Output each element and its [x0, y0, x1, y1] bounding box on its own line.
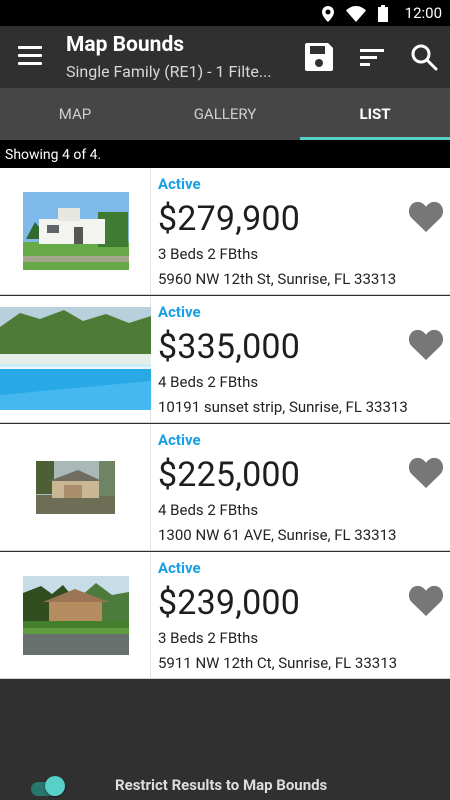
- listing-status: Active: [158, 175, 201, 193]
- location-icon: [322, 5, 334, 22]
- favorite-heart-icon[interactable]: [409, 200, 443, 232]
- favorite-heart-icon[interactable]: [409, 584, 443, 616]
- tab-gallery[interactable]: GALLERY: [150, 88, 300, 140]
- map-bounds-footer: Restrict Results to Map Bounds: [0, 680, 450, 800]
- listing-address: 1300 NW 61 AVE, Sunrise, FL 33313: [158, 526, 397, 544]
- property-photo: [0, 307, 151, 410]
- wifi-icon: [346, 5, 366, 22]
- status-time: 12:00: [404, 4, 442, 22]
- listing-thumbnail[interactable]: [0, 424, 151, 551]
- restrict-bounds-label: Restrict Results to Map Bounds: [115, 776, 328, 794]
- battery-icon: [378, 5, 388, 22]
- listing-beds-baths: 4 Beds 2 FBths: [158, 501, 259, 519]
- listing-status: Active: [158, 559, 201, 577]
- listing-address: 10191 sunset strip, Sunrise, FL 33313: [158, 398, 408, 416]
- listing-beds-baths: 4 Beds 2 FBths: [158, 373, 259, 391]
- listing-price: $225,000: [158, 455, 301, 495]
- listing-price: $279,900: [158, 199, 301, 239]
- listing-thumbnail[interactable]: [0, 296, 151, 423]
- listing-thumbnail[interactable]: [0, 552, 151, 679]
- listing-thumbnail[interactable]: [0, 168, 151, 295]
- results-summary: Showing 4 of 4.: [0, 140, 450, 168]
- listing-price: $335,000: [158, 327, 301, 367]
- app-bar: Map Bounds Single Family (RE1) - 1 Filte…: [0, 26, 450, 88]
- listing-card[interactable]: Active $225,000 4 Beds 2 FBths 1300 NW 6…: [0, 424, 450, 551]
- tab-list[interactable]: LIST: [300, 88, 450, 140]
- status-icons: [322, 5, 388, 22]
- listing-address: 5911 NW 12th Ct, Sunrise, FL 33313: [158, 654, 398, 672]
- listing-status: Active: [158, 431, 201, 449]
- search-icon[interactable]: [408, 41, 440, 73]
- listing-beds-baths: 3 Beds 2 FBths: [158, 629, 259, 647]
- listing-price: $239,000: [158, 583, 301, 623]
- listing-status: Active: [158, 303, 201, 321]
- listing-card[interactable]: Active $279,900 3 Beds 2 FBths 5960 NW 1…: [0, 168, 450, 295]
- favorite-heart-icon[interactable]: [409, 456, 443, 488]
- page-subtitle: Single Family (RE1) - 1 Filte...: [66, 62, 272, 81]
- view-tabs: MAP GALLERY LIST: [0, 88, 450, 140]
- tab-map[interactable]: MAP: [0, 88, 150, 140]
- listing-beds-baths: 3 Beds 2 FBths: [158, 245, 259, 263]
- page-title: Map Bounds: [66, 33, 185, 57]
- property-photo: [36, 461, 115, 514]
- listing-card[interactable]: Active $335,000 4 Beds 2 FBths 10191 sun…: [0, 296, 450, 423]
- toggle-knob[interactable]: [45, 776, 65, 796]
- menu-icon[interactable]: [18, 46, 42, 66]
- property-photo: [23, 576, 129, 655]
- listing-address: 5960 NW 12th St, Sunrise, FL 33313: [158, 270, 397, 288]
- status-bar: 12:00: [0, 0, 450, 26]
- listing-card[interactable]: Active $239,000 3 Beds 2 FBths 5911 NW 1…: [0, 552, 450, 679]
- save-icon[interactable]: [303, 41, 335, 73]
- favorite-heart-icon[interactable]: [409, 328, 443, 360]
- property-photo: [23, 192, 129, 270]
- sort-icon[interactable]: [356, 41, 388, 73]
